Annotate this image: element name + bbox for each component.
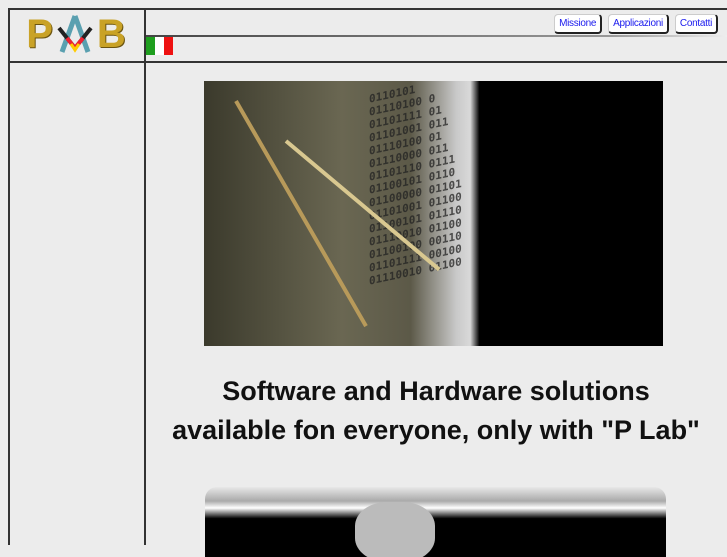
frame-left xyxy=(8,8,10,545)
world-map-image xyxy=(205,487,666,557)
header-divider xyxy=(146,35,727,37)
nav-contatti[interactable]: Contatti xyxy=(674,14,718,34)
top-nav: Missione Applicazioni Contatti xyxy=(554,14,718,34)
headline: Software and Hardware solutions availabl… xyxy=(172,376,700,445)
italy-flag-icon[interactable] xyxy=(146,37,173,55)
nav-applicazioni[interactable]: Applicazioni xyxy=(608,14,669,34)
compass-icon xyxy=(234,100,368,328)
column-divider xyxy=(144,8,146,545)
nav-missione[interactable]: Missione xyxy=(554,14,603,34)
compass-logo-icon xyxy=(57,15,93,53)
hero-image-compass-binary: 0110101 01110100 0 01101111 01 01101001 … xyxy=(204,81,663,346)
header-bottom xyxy=(8,61,727,63)
frame-top xyxy=(8,8,727,10)
plab-logo[interactable]: P B xyxy=(20,12,132,56)
